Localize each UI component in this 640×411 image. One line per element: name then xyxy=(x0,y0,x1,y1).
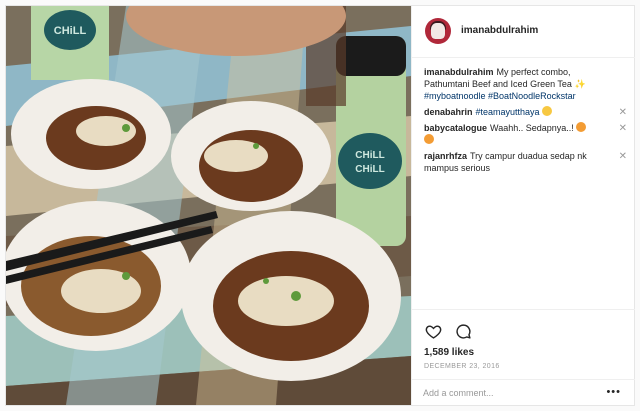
sparkle-icon: ✨ xyxy=(571,79,586,89)
caption-username[interactable]: imanabdulrahim xyxy=(424,67,494,77)
post-photo[interactable]: CHiLL CHiLL CHiLL xyxy=(6,6,411,405)
comment-item: rajanrhfza Try campur duadua sedap nk mam… xyxy=(412,150,635,174)
svg-text:CHiLL: CHiLL xyxy=(355,150,384,161)
more-options-icon[interactable]: ••• xyxy=(606,386,621,398)
caption: imanabdulrahim My perfect combo, Pathumta… xyxy=(412,66,635,102)
comment-username[interactable]: denabahrin xyxy=(424,107,473,117)
comment-list: imanabdulrahim My perfect combo, Pathumta… xyxy=(412,66,635,178)
noodle-photo-illustration: CHiLL CHiLL CHiLL xyxy=(6,6,411,405)
heart-icon[interactable] xyxy=(425,323,442,340)
comment-item: denabahrin #teamayutthaya ✕ xyxy=(412,106,635,118)
comment-text: Waahh.. Sedapnya..! xyxy=(490,123,574,133)
post-date[interactable]: DECEMBER 23, 2016 xyxy=(424,363,500,370)
avatar[interactable] xyxy=(425,18,451,44)
comment-text[interactable]: #teamayutthaya xyxy=(476,107,540,117)
caption-hashtags[interactable]: #myboatnoodle #BoatNoodleRockstar xyxy=(424,91,576,101)
post-header: imanabdulrahim xyxy=(412,6,635,58)
post-sidebar: imanabdulrahim imanabdulrahim My perfect … xyxy=(411,6,635,405)
svg-text:CHiLL: CHiLL xyxy=(355,164,384,175)
comment-username[interactable]: rajanrhfza xyxy=(424,151,467,161)
comment-item: babycatalogue Waahh.. Sedapnya..! ✕ xyxy=(412,122,635,146)
post-actions: 1,589 likes DECEMBER 23, 2016 ••• xyxy=(412,309,635,406)
add-comment-bar: ••• xyxy=(412,379,635,407)
svg-text:CHiLL: CHiLL xyxy=(54,25,87,37)
comment-input[interactable] xyxy=(423,386,593,400)
close-icon[interactable]: ✕ xyxy=(619,123,627,135)
instagram-post: CHiLL CHiLL CHiLL imanabdulrahim imanabd… xyxy=(5,5,635,406)
close-icon[interactable]: ✕ xyxy=(619,107,627,119)
comment-username[interactable]: babycatalogue xyxy=(424,123,487,133)
close-icon[interactable]: ✕ xyxy=(619,151,627,163)
heart-eyes-emoji-icon xyxy=(424,134,434,144)
grin-emoji-icon xyxy=(541,106,552,116)
like-count[interactable]: 1,589 likes xyxy=(424,347,474,358)
comment-icon[interactable] xyxy=(455,323,472,340)
heart-eyes-emoji-icon xyxy=(575,122,586,132)
author-username[interactable]: imanabdulrahim xyxy=(461,25,538,36)
